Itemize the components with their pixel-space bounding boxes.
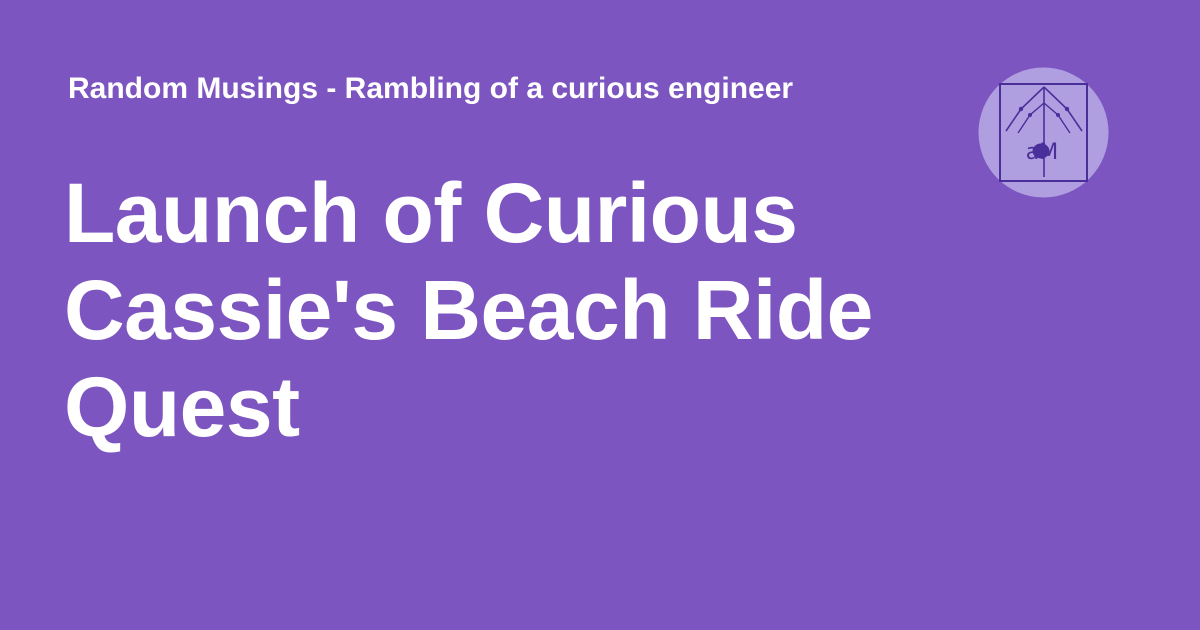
- social-card: Random Musings - Rambling of a curious e…: [0, 0, 1200, 630]
- logo-node-3: [1028, 113, 1032, 117]
- site-name: Random Musings - Rambling of a curious e…: [68, 72, 794, 105]
- post-title: Launch of Curious Cassie's Beach Ride Qu…: [64, 166, 873, 454]
- logo-node-2: [1064, 106, 1070, 112]
- logo-node-1: [1018, 106, 1024, 112]
- logo-node-4: [1056, 113, 1060, 117]
- logo-monogram: aM: [1026, 140, 1058, 165]
- site-logo-icon: aM: [978, 67, 1109, 198]
